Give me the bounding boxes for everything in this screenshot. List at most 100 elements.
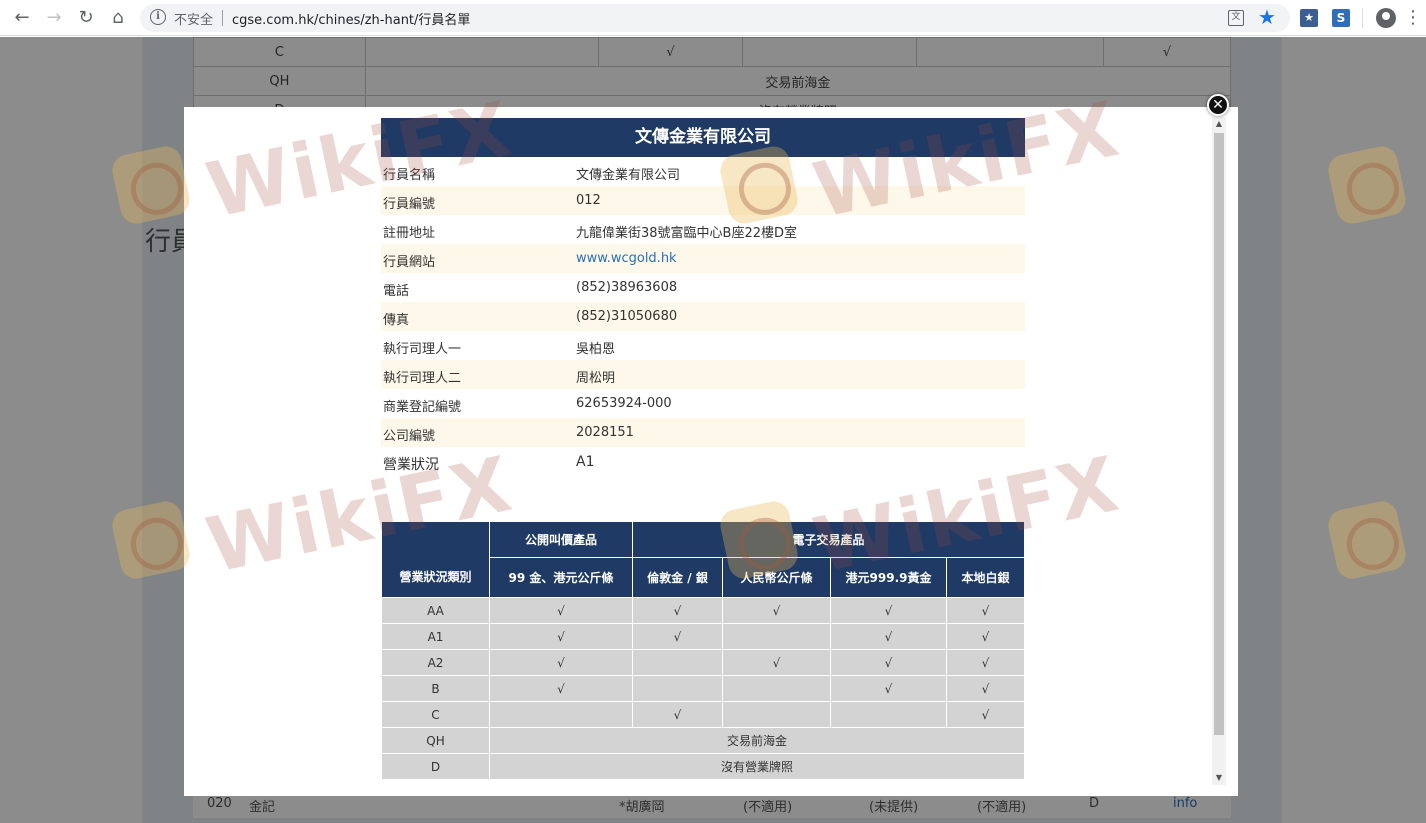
profile-avatar-icon[interactable] (1376, 8, 1396, 28)
checkmark-cell: √ (830, 597, 947, 624)
info-row: 執行司理人二 周松明 (381, 360, 1025, 389)
forward-icon[interactable]: → (42, 6, 66, 30)
table-header-row: 營業狀況類別 公開叫價產品 電子交易產品 (381, 521, 1025, 598)
info-value: 九龍偉業街38號富臨中心B座22樓D室 (576, 226, 798, 241)
checkmark-cell: √ (489, 623, 633, 650)
info-label: 執行司理人一 (383, 342, 462, 357)
checkmark-cell: √ (946, 623, 1025, 650)
column-header: 人民幣公斤條 (722, 557, 831, 598)
table-row: D 沒有營業牌照 (381, 753, 1025, 780)
table-row: B √ √ √ (381, 675, 1025, 702)
table-row: AA √ √ √ √ √ (381, 597, 1025, 624)
info-row: 執行司理人一 吳柏恩 (381, 331, 1025, 360)
info-value: 周松明 (576, 371, 616, 386)
column-header-category: 營業狀況類別 (381, 521, 490, 598)
website-link[interactable]: www.wcgold.hk (576, 251, 677, 266)
info-row: 營業狀況 A1 (381, 447, 1025, 479)
menu-kebab-icon[interactable]: ⋮ (1404, 6, 1422, 30)
checkmark-cell: √ (946, 597, 1025, 624)
column-header: 港元999.9黃金 (830, 557, 947, 598)
status-description-cell: 交易前海金 (489, 727, 1025, 754)
status-category-cell: AA (381, 597, 490, 624)
table-row: A2 √ √ √ √ (381, 649, 1025, 676)
modal-scrollbar[interactable]: ▲ ▼ (1212, 117, 1226, 785)
status-category-cell: QH (381, 727, 490, 754)
checkmark-cell (830, 701, 947, 728)
address-bar[interactable]: i 不安全 cgse.com.hk/chines/zh-hant/行員名單 文 … (140, 4, 1290, 32)
checkmark-cell: √ (830, 649, 947, 676)
info-row: 商業登記編號 62653924-000 (381, 389, 1025, 418)
status-category-cell: B (381, 675, 490, 702)
info-row: 行員名稱 文傳金業有限公司 (381, 157, 1025, 186)
status-table-body: AA √ √ √ √ √ A1 √ √ √ √ A2 √ √ √ √ B √ √ √ C √ √ QH 交易前海金 D 沒有營業牌照 (381, 597, 1025, 780)
info-label: 行員編號 (383, 197, 436, 212)
column-header: 本地白銀 (946, 557, 1025, 598)
table-row: QH 交易前海金 (381, 727, 1025, 754)
scroll-up-arrow-icon[interactable]: ▲ (1212, 117, 1226, 131)
info-label: 商業登記編號 (383, 400, 462, 415)
translate-icon[interactable]: 文 (1228, 10, 1244, 26)
status-category-cell: A2 (381, 649, 490, 676)
info-icon[interactable]: i (150, 9, 166, 25)
checkmark-cell (722, 675, 831, 702)
info-label: 行員網站 (383, 255, 436, 270)
browser-toolbar: ← → ↻ ⌂ i 不安全 cgse.com.hk/chines/zh-hant… (0, 0, 1426, 36)
bookmark-star-icon[interactable]: ★ (1258, 5, 1276, 29)
info-value: 吳柏恩 (576, 342, 616, 357)
checkmark-cell: √ (946, 701, 1025, 728)
group-header-public: 公開叫價產品 (489, 521, 633, 558)
checkmark-cell (632, 675, 723, 702)
checkmark-cell (722, 623, 831, 650)
checkmark-cell: √ (632, 701, 723, 728)
table-row: C √ √ (381, 701, 1025, 728)
group-header-electronic: 電子交易產品 (632, 521, 1025, 558)
info-row: 註冊地址 九龍偉業街38號富臨中心B座22樓D室 (381, 215, 1025, 244)
checkmark-cell: √ (489, 649, 633, 676)
info-row: 公司編號 2028151 (381, 418, 1025, 447)
extension-bookmark-icon[interactable]: ★ (1300, 9, 1318, 27)
status-description-cell: 沒有營業牌照 (489, 753, 1025, 780)
info-value: (852)31050680 (576, 309, 678, 324)
checkmark-cell (632, 649, 723, 676)
table-row: A1 √ √ √ √ (381, 623, 1025, 650)
checkmark-cell: √ (489, 597, 633, 624)
checkmark-cell: √ (722, 597, 831, 624)
info-value: 62653924-000 (576, 396, 672, 411)
info-label: 傳真 (383, 313, 410, 328)
extension-s-icon[interactable]: S (1332, 9, 1350, 27)
status-category-table: 營業狀況類別 公開叫價產品 電子交易產品 99 金、港元公斤條 倫敦金 / 銀 … (381, 521, 1025, 780)
scrollbar-thumb[interactable] (1214, 133, 1224, 735)
checkmark-cell (489, 701, 633, 728)
member-info-list: 行員名稱 文傳金業有限公司 行員編號 012 註冊地址 九龍偉業街38號富臨中心B座22樓… (381, 157, 1025, 479)
status-category-cell: A1 (381, 623, 490, 650)
status-category-cell: D (381, 753, 490, 780)
info-label: 執行司理人二 (383, 371, 462, 386)
info-label: 行員名稱 (383, 168, 436, 183)
home-icon[interactable]: ⌂ (106, 6, 130, 30)
checkmark-cell (722, 701, 831, 728)
info-value: 2028151 (576, 425, 634, 440)
info-row: 行員網站 www.wcgold.hk (381, 244, 1025, 273)
checkmark-cell: √ (830, 675, 947, 702)
toolbar-divider (1362, 8, 1363, 28)
info-value: 文傳金業有限公司 (576, 168, 681, 183)
status-category-cell: C (381, 701, 490, 728)
info-value: (852)38963608 (576, 280, 678, 295)
checkmark-cell: √ (722, 649, 831, 676)
checkmark-cell: √ (946, 675, 1025, 702)
checkmark-cell: √ (489, 675, 633, 702)
member-info-card: 文傳金業有限公司 行員名稱 文傳金業有限公司 行員編號 012 註冊地址 九龍偉業街38號… (381, 118, 1025, 479)
info-row: 電話 (852)38963608 (381, 273, 1025, 302)
column-header: 99 金、港元公斤條 (489, 557, 633, 598)
checkmark-cell: √ (632, 597, 723, 624)
column-header: 倫敦金 / 銀 (632, 557, 723, 598)
info-value: A1 (576, 454, 595, 470)
reload-icon[interactable]: ↻ (74, 6, 98, 30)
close-icon[interactable]: ✕ (1207, 94, 1229, 116)
back-icon[interactable]: ← (10, 6, 34, 30)
url-text[interactable]: cgse.com.hk/chines/zh-hant/行員名單 (232, 9, 470, 28)
insecure-label: 不安全 (174, 13, 214, 28)
info-label: 公司編號 (383, 429, 436, 444)
member-title: 文傳金業有限公司 (381, 118, 1025, 157)
scroll-down-arrow-icon[interactable]: ▼ (1212, 771, 1226, 785)
